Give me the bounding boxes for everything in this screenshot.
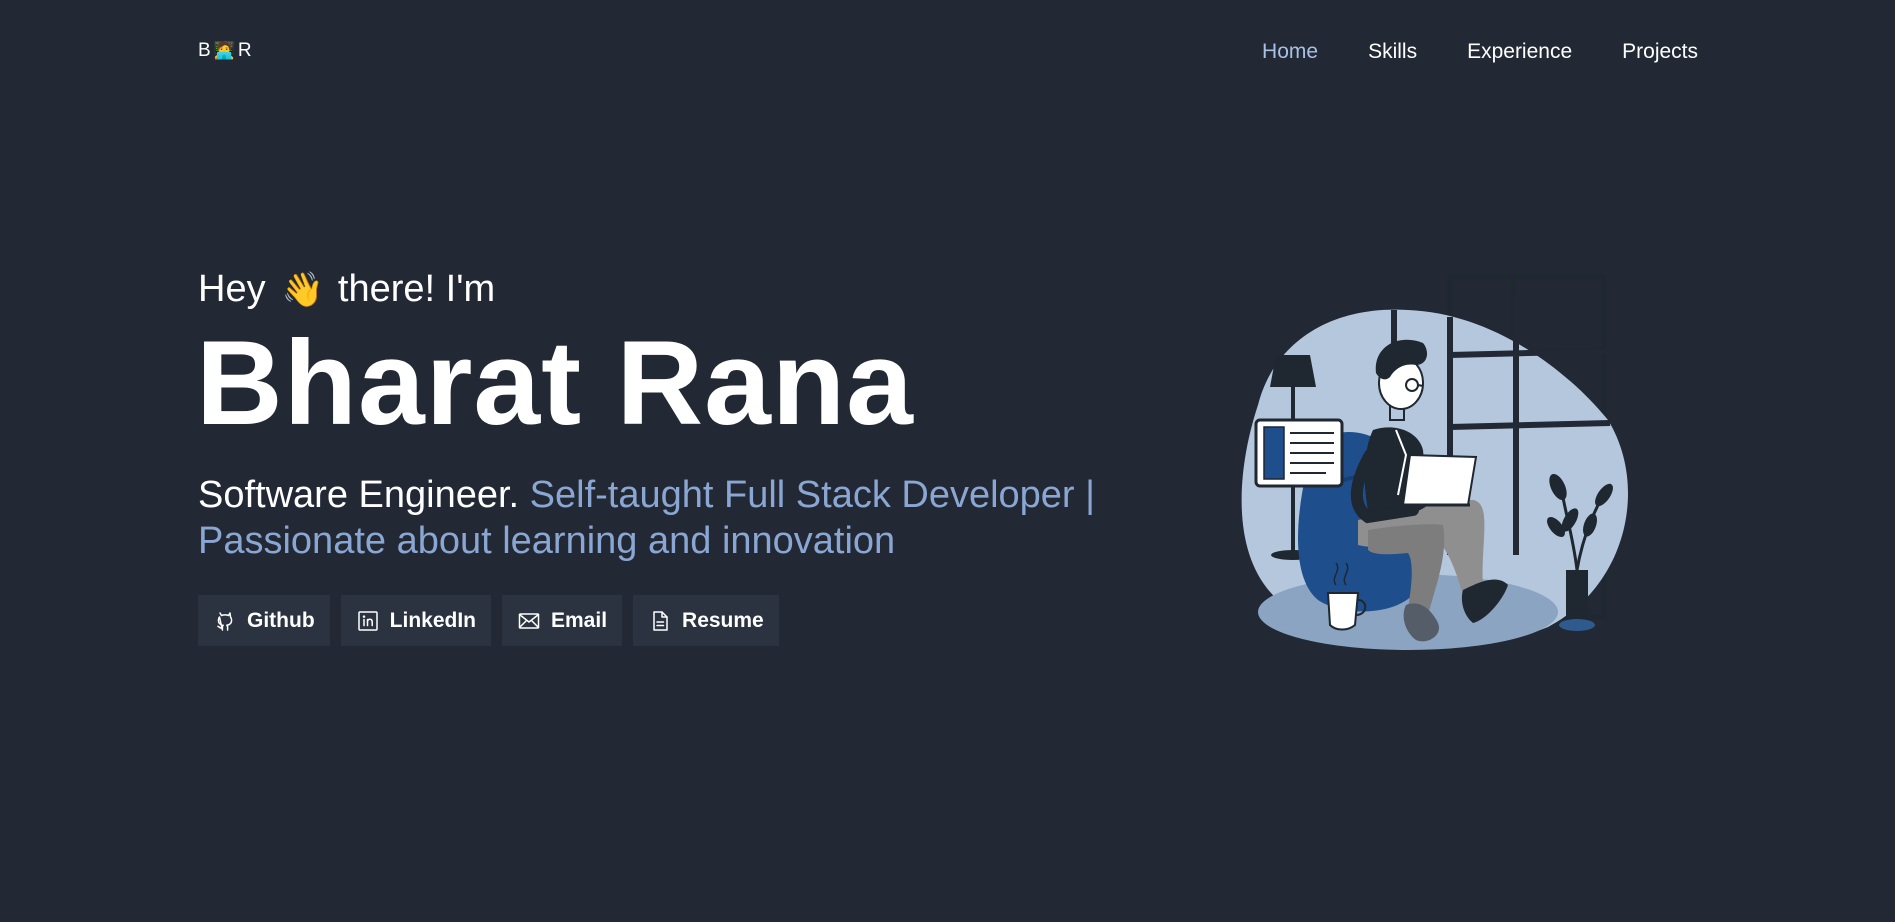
- logo-initial-r: R: [237, 40, 253, 61]
- linkedin-button[interactable]: LinkedIn: [340, 595, 491, 646]
- resume-button[interactable]: Resume: [633, 595, 779, 646]
- email-button-label: Email: [551, 608, 608, 632]
- nav-link-experience[interactable]: Experience: [1467, 40, 1572, 64]
- tagline-role: Software Engineer.: [198, 474, 520, 516]
- floating-code-card: [1254, 418, 1344, 488]
- github-button-label: Github: [247, 608, 315, 632]
- nav-links: Home Skills Experience Projects: [1262, 40, 1698, 64]
- document-icon: [648, 609, 672, 633]
- developer-emoji-icon: 🧑‍💻: [213, 41, 236, 60]
- github-icon: [213, 609, 237, 633]
- navbar: B 🧑‍💻 R Home Skills Experience Projects: [198, 36, 1698, 72]
- social-links: Github LinkedIn Email Resume: [198, 595, 779, 646]
- email-icon: [517, 609, 541, 633]
- email-button[interactable]: Email: [502, 595, 623, 646]
- greeting-text-start: Hey: [198, 268, 266, 310]
- hero-name: Bharat Rana: [196, 316, 914, 450]
- linkedin-button-label: LinkedIn: [389, 608, 476, 632]
- github-button[interactable]: Github: [198, 595, 330, 646]
- waving-hand-icon: 👋: [281, 270, 324, 309]
- nav-link-projects[interactable]: Projects: [1622, 40, 1698, 64]
- resume-button-label: Resume: [682, 608, 764, 632]
- logo[interactable]: B 🧑‍💻 R: [198, 40, 253, 62]
- greeting-text-end: there! I'm: [337, 268, 496, 310]
- nav-link-skills[interactable]: Skills: [1368, 40, 1417, 64]
- hero-greeting: Hey 👋 there! I'm: [198, 268, 495, 311]
- linkedin-icon: [356, 609, 380, 633]
- nav-link-home[interactable]: Home: [1262, 40, 1318, 64]
- logo-initial-b: B: [198, 40, 212, 61]
- developer-illustration: [1218, 255, 1628, 670]
- hero-tagline: Software Engineer. Self-taught Full Stac…: [198, 472, 1178, 564]
